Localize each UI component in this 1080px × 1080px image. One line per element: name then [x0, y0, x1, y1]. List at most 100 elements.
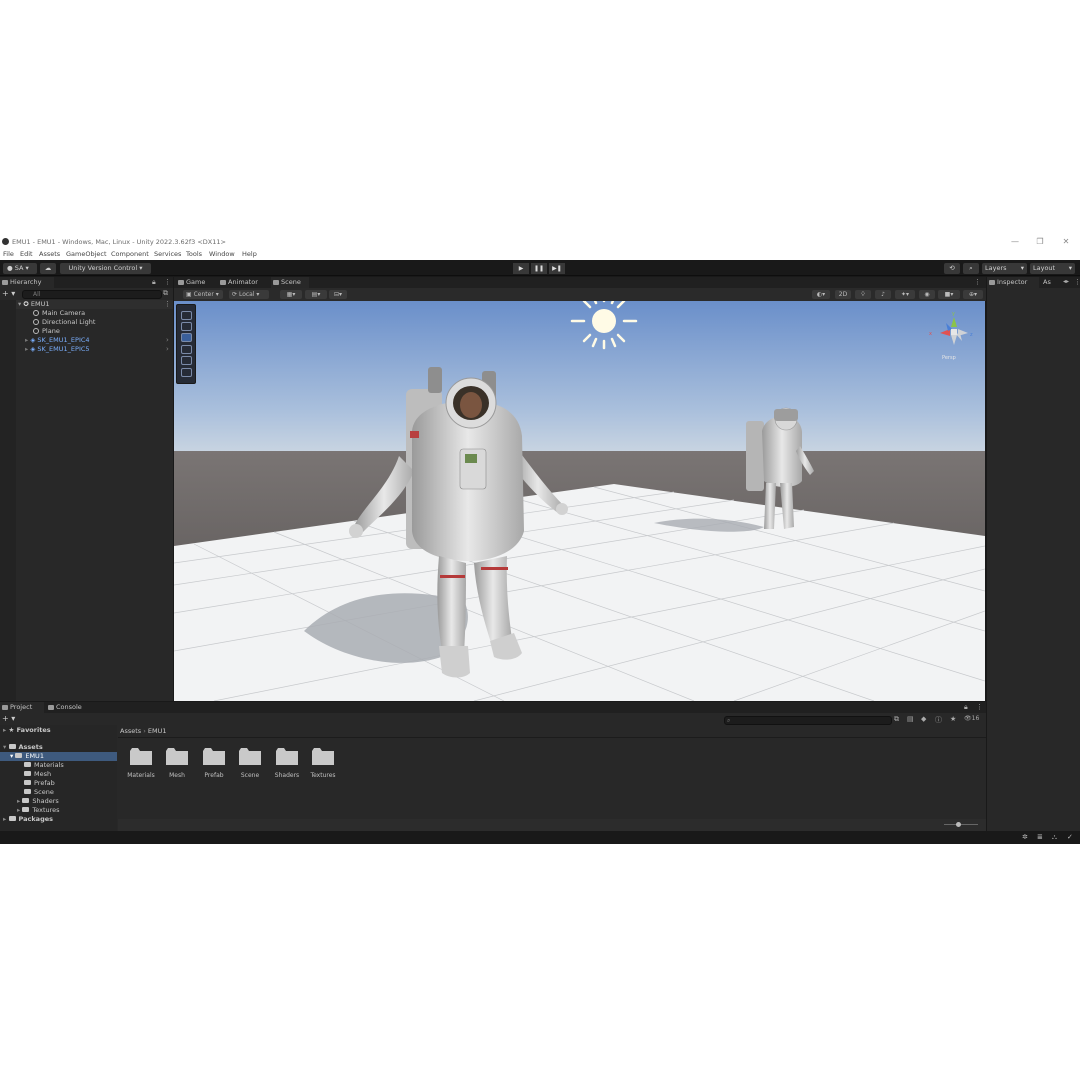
rect-tool-icon[interactable] — [181, 356, 192, 365]
tab-scene[interactable]: Scene — [271, 277, 309, 288]
tab-inspector[interactable]: Inspector — [987, 277, 1039, 288]
tree-assets[interactable]: ▾ Assets — [3, 743, 43, 752]
tree-materials[interactable]: Materials — [24, 761, 64, 770]
cloud-icon[interactable]: ☁ — [40, 263, 56, 274]
camera-settings-icon[interactable]: ■▾ — [938, 290, 960, 299]
tree-shaders[interactable]: ▸ Shaders — [17, 797, 59, 806]
chevron-right-icon[interactable]: › — [166, 345, 169, 353]
tree-packages[interactable]: ▸ Packages — [3, 815, 53, 824]
tab-project[interactable]: Project — [0, 702, 44, 713]
kebab-menu-icon[interactable]: ⋮ — [1074, 278, 1080, 286]
sky — [174, 301, 985, 456]
tree-favorites[interactable]: ▸ ★ Favorites — [3, 726, 51, 735]
tab-game[interactable]: Game — [176, 277, 216, 288]
hierarchy-scene-root[interactable]: ▾ ✪ EMU1 — [18, 300, 49, 309]
search-by-type-icon[interactable]: ⧉ — [894, 715, 899, 724]
2d-toggle[interactable]: 2D — [835, 290, 851, 299]
search-by-label-icon[interactable]: ▤ — [907, 715, 914, 723]
tag-icon[interactable]: ◆ — [921, 715, 926, 723]
tab-scroll-arrows-icon[interactable]: ◂▸ — [1063, 278, 1069, 285]
tree-emu1[interactable]: ▾ EMU1 — [10, 752, 44, 761]
menu-edit[interactable]: Edit — [20, 248, 33, 260]
project-search-input[interactable]: ⌕ — [724, 716, 892, 725]
hierarchy-item-main-camera[interactable]: Main Camera — [33, 309, 85, 318]
maximize-button[interactable]: ❐ — [1033, 236, 1047, 248]
lock-icon[interactable]: 🔒︎ — [152, 278, 156, 287]
folder-icon — [24, 780, 31, 785]
minimize-button[interactable]: — — [1008, 236, 1022, 248]
folder-icon — [312, 748, 334, 765]
hierarchy-item-directional-light[interactable]: Directional Light — [33, 318, 95, 327]
layers-stack-icon[interactable]: ≣ — [1037, 833, 1043, 841]
menu-gameobject[interactable]: GameObject — [66, 248, 107, 260]
transform-tool-icon[interactable] — [181, 368, 192, 377]
favorite-star-icon[interactable]: ★ — [950, 715, 956, 723]
play-button[interactable]: ▶ — [513, 263, 529, 274]
chevron-right-icon[interactable]: › — [166, 336, 169, 344]
increment-snap-button[interactable]: ▤▾ — [305, 290, 327, 299]
menu-assets[interactable]: Assets — [39, 248, 60, 260]
account-button[interactable]: ● SA ▾ — [3, 263, 37, 274]
search-icon[interactable]: ⌕ — [963, 263, 979, 274]
menu-help[interactable]: Help — [242, 248, 257, 260]
hierarchy-search-input[interactable]: All — [22, 290, 162, 299]
add-object-button[interactable]: + ▾ — [2, 289, 15, 298]
menu-tools[interactable]: Tools — [186, 248, 202, 260]
grid-snap-button[interactable]: ▦▾ — [280, 290, 302, 299]
icon-size-slider-thumb[interactable] — [956, 822, 961, 827]
close-button[interactable]: ✕ — [1059, 236, 1073, 248]
move-tool-icon[interactable] — [181, 322, 192, 331]
tab-hierarchy[interactable]: Hierarchy — [0, 277, 54, 288]
menu-services[interactable]: Services — [154, 248, 181, 260]
hierarchy-item-sk-emu1-epic5[interactable]: ▸ ◈ SK_EMU1_EPIC5 — [25, 345, 90, 354]
version-control-dropdown[interactable]: Unity Version Control ▾ — [60, 263, 151, 274]
gizmo-persp-label[interactable]: Persp — [942, 355, 956, 361]
audio-toggle-icon[interactable]: ♪ — [875, 290, 891, 299]
kebab-menu-icon[interactable]: ⋮ — [164, 278, 171, 286]
lighting-toggle-icon[interactable]: 💡︎ — [855, 290, 871, 299]
rotate-tool-icon[interactable] — [181, 333, 192, 342]
hand-tool-icon[interactable] — [181, 311, 192, 320]
tree-textures[interactable]: ▸ Textures — [17, 806, 60, 815]
scale-tool-icon[interactable] — [181, 345, 192, 354]
gizmos-dropdown-icon[interactable]: ⊕▾ — [963, 290, 983, 299]
check-circle-icon[interactable]: ✓ — [1067, 833, 1073, 841]
scene-viewport[interactable]: y x z Persp — [174, 301, 985, 701]
icon-size-slider-track[interactable] — [944, 824, 978, 825]
space-dropdown[interactable]: ⟳ Local ▾ — [229, 290, 269, 299]
pause-button[interactable]: ❚❚ — [531, 263, 547, 274]
kebab-menu-icon[interactable]: ⋮ — [976, 703, 983, 711]
effects-dropdown-icon[interactable]: ✦▾ — [895, 290, 915, 299]
tree-mesh[interactable]: Mesh — [24, 770, 51, 779]
lock-icon[interactable]: 🔒︎ — [964, 703, 968, 712]
menu-file[interactable]: File — [3, 248, 14, 260]
history-icon[interactable]: ⟲ — [944, 263, 960, 274]
tab-animator[interactable]: Animator — [218, 277, 270, 288]
hidden-packages-toggle[interactable]: 👁︎16 — [964, 715, 979, 722]
layout-dropdown[interactable]: Layout ▾ — [1030, 263, 1075, 274]
kebab-menu-icon[interactable]: ⋮ — [164, 300, 171, 308]
create-asset-button[interactable]: + ▾ — [2, 714, 15, 723]
draw-mode-dropdown[interactable]: ◐▾ — [812, 290, 830, 299]
info-icon[interactable]: ⓘ — [935, 715, 942, 725]
chevron-right-icon: ▸ — [17, 797, 21, 805]
pivot-dropdown[interactable]: ▣ Center ▾ — [183, 290, 223, 299]
bug-icon[interactable]: ✲ — [1022, 833, 1028, 841]
menu-window[interactable]: Window — [209, 248, 235, 260]
breadcrumb-emu1[interactable]: EMU1 — [148, 727, 167, 735]
hierarchy-item-sk-emu1-epic4[interactable]: ▸ ◈ SK_EMU1_EPIC4 — [25, 336, 90, 345]
tab-asset-store[interactable]: As — [1041, 277, 1061, 288]
network-icon[interactable]: ⛬ — [1052, 833, 1057, 842]
tab-console[interactable]: Console — [46, 702, 90, 713]
snap-settings-button[interactable]: ⊟▾ — [329, 290, 347, 299]
tree-scene[interactable]: Scene — [24, 788, 54, 797]
tree-prefab[interactable]: Prefab — [24, 779, 55, 788]
kebab-menu-icon[interactable]: ⋮ — [974, 278, 981, 286]
menu-component[interactable]: Component — [111, 248, 149, 260]
hierarchy-item-plane[interactable]: Plane — [33, 327, 60, 336]
scene-visibility-icon[interactable]: ⧉ — [163, 289, 168, 298]
scene-visibility-toggle-icon[interactable]: ◉ — [919, 290, 935, 299]
step-button[interactable]: ▶❚ — [549, 263, 565, 274]
breadcrumb-assets[interactable]: Assets — [120, 727, 141, 735]
layers-dropdown[interactable]: Layers ▾ — [982, 263, 1027, 274]
